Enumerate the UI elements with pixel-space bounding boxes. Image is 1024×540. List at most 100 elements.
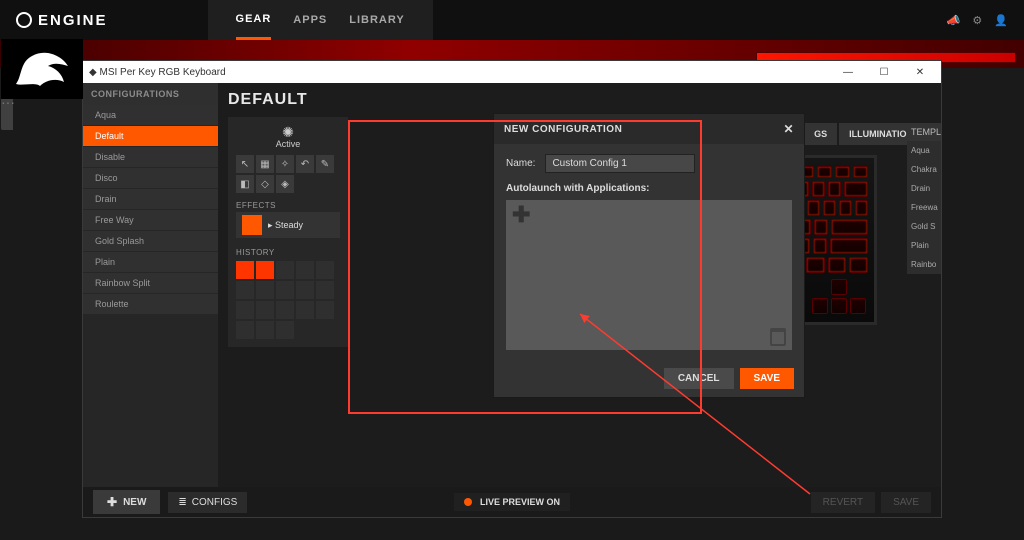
new-config-button[interactable]: ✚ NEW <box>93 490 160 514</box>
live-dot-icon <box>464 498 472 506</box>
history-grid <box>236 261 340 339</box>
active-star-icon: ✺ <box>236 125 340 139</box>
side-expand-handle[interactable]: ··· <box>1 96 13 130</box>
history-swatch[interactable] <box>316 301 334 319</box>
workspace-title: DEFAULT <box>228 91 931 109</box>
tool-erase-icon[interactable]: ◇ <box>256 175 274 193</box>
tool-bucket-icon[interactable]: ◧ <box>236 175 254 193</box>
account-icon[interactable]: 👤 <box>994 14 1008 27</box>
active-label: Active <box>236 139 340 149</box>
tool-sample-icon[interactable]: ◈ <box>276 175 294 193</box>
window-title: MSI Per Key RGB Keyboard <box>99 67 225 78</box>
window-close-button[interactable]: ✕ <box>905 67 935 78</box>
top-right-icons: 📣 ⚙ 👤 <box>947 14 1008 27</box>
settings-icon[interactable]: ⚙ <box>972 14 982 27</box>
template-item[interactable]: Freewa <box>907 198 941 217</box>
window-maximize-button[interactable]: ☐ <box>869 67 899 78</box>
template-item[interactable]: Gold S <box>907 217 941 236</box>
tab-gear[interactable]: GEAR <box>236 1 272 40</box>
history-swatch[interactable] <box>276 261 294 279</box>
configs-button[interactable]: ≣CONFIGS <box>168 492 247 513</box>
save-bottom-button[interactable]: SAVE <box>881 492 931 513</box>
template-item[interactable]: Plain <box>907 236 941 255</box>
window-bottom-bar: ✚ NEW ≣CONFIGS LIVE PREVIEW ON REVERT SAV… <box>83 487 941 517</box>
history-swatch[interactable] <box>316 261 334 279</box>
effect-color-swatch[interactable] <box>242 215 262 235</box>
config-item-disable[interactable]: Disable <box>83 147 218 168</box>
window-minimize-button[interactable]: — <box>833 67 863 78</box>
msi-dragon-badge <box>1 39 83 99</box>
config-item-drain[interactable]: Drain <box>83 189 218 210</box>
template-item[interactable]: Rainbo <box>907 255 941 274</box>
history-swatch[interactable] <box>236 301 254 319</box>
brand-logo: ENGINE <box>16 12 108 29</box>
tab-apps[interactable]: APPS <box>293 2 327 38</box>
config-item-default[interactable]: Default <box>83 126 218 147</box>
history-swatch[interactable] <box>296 281 314 299</box>
workspace-tabs: GS ILLUMINATION <box>804 123 923 145</box>
history-swatch[interactable] <box>296 261 314 279</box>
config-item-plain[interactable]: Plain <box>83 252 218 273</box>
tool-pointer-icon[interactable]: ↖ <box>236 155 254 173</box>
main-nav-tabs: GEAR APPS LIBRARY <box>208 0 433 40</box>
config-item-roulette[interactable]: Roulette <box>83 294 218 315</box>
configurations-header: CONFIGURATIONS <box>83 83 218 105</box>
templates-heading: TEMPLAT <box>907 123 941 141</box>
history-swatch[interactable] <box>256 301 274 319</box>
config-item-goldsplash[interactable]: Gold Splash <box>83 231 218 252</box>
new-configuration-modal: NEW CONFIGURATION ✕ Name: Autolaunch wit… <box>493 113 805 398</box>
modal-name-label: Name: <box>506 158 535 169</box>
tool-palette: ↖ ▦ ✧ ↶ ✎ ◧ ◇ ◈ <box>236 155 340 193</box>
history-swatch[interactable] <box>296 301 314 319</box>
brand-ring-icon <box>16 12 32 28</box>
history-swatch[interactable] <box>256 281 274 299</box>
template-item[interactable]: Aqua <box>907 141 941 160</box>
tool-brush-icon[interactable]: ✎ <box>316 155 334 173</box>
history-swatch[interactable] <box>316 281 334 299</box>
tool-undo-icon[interactable]: ↶ <box>296 155 314 173</box>
workspace: DEFAULT ✺ Active ↖ ▦ ✧ ↶ <box>218 83 941 487</box>
history-swatch[interactable] <box>276 301 294 319</box>
configuration-name-input[interactable] <box>545 154 695 173</box>
new-button-label: NEW <box>123 497 146 508</box>
history-swatch[interactable] <box>236 321 254 339</box>
save-button[interactable]: SAVE <box>740 368 795 389</box>
tool-marquee-icon[interactable]: ▦ <box>256 155 274 173</box>
config-item-rainbowsplit[interactable]: Rainbow Split <box>83 273 218 294</box>
history-swatch[interactable] <box>256 321 274 339</box>
plus-icon: ✚ <box>107 495 117 509</box>
tool-wand-icon[interactable]: ✧ <box>276 155 294 173</box>
announcement-icon[interactable]: 📣 <box>947 14 961 27</box>
tab-partial[interactable]: GS <box>804 123 837 145</box>
history-swatch[interactable] <box>276 321 294 339</box>
config-item-freeway[interactable]: Free Way <box>83 210 218 231</box>
history-swatch[interactable] <box>236 281 254 299</box>
history-swatch[interactable] <box>256 261 274 279</box>
brand-label: ENGINE <box>38 12 108 29</box>
add-application-button[interactable]: ✚ <box>512 204 534 226</box>
history-heading: HISTORY <box>236 248 340 257</box>
config-item-aqua[interactable]: Aqua <box>83 105 218 126</box>
modal-close-button[interactable]: ✕ <box>783 122 794 136</box>
live-preview-toggle[interactable]: LIVE PREVIEW ON <box>454 493 570 511</box>
tools-panel: ✺ Active ↖ ▦ ✧ ↶ ✎ ◧ ◇ ◈ <box>228 117 348 347</box>
template-item[interactable]: Drain <box>907 179 941 198</box>
device-window: ◆ MSI Per Key RGB Keyboard — ☐ ✕ CONFIGU… <box>82 60 942 518</box>
effects-heading: EFFECTS <box>236 201 340 210</box>
config-item-disco[interactable]: Disco <box>83 168 218 189</box>
app-top-bar: ENGINE GEAR APPS LIBRARY 📣 ⚙ 👤 <box>0 0 1024 40</box>
history-swatch[interactable] <box>276 281 294 299</box>
active-indicator: ✺ Active <box>236 125 340 149</box>
autolaunch-label: Autolaunch with Applications: <box>506 183 792 194</box>
window-app-icon: ◆ <box>89 67 97 78</box>
revert-button[interactable]: REVERT <box>811 492 875 513</box>
modal-title: NEW CONFIGURATION <box>504 124 622 135</box>
live-preview-label: LIVE PREVIEW ON <box>480 497 560 507</box>
effects-row[interactable]: ▸ Steady <box>236 212 340 238</box>
configurations-sidebar: CONFIGURATIONS Aqua Default Disable Disc… <box>83 83 218 487</box>
history-swatch[interactable] <box>236 261 254 279</box>
cancel-button[interactable]: CANCEL <box>664 368 734 389</box>
remove-application-icon[interactable] <box>770 328 786 346</box>
tab-library[interactable]: LIBRARY <box>349 2 404 38</box>
template-item[interactable]: Chakra <box>907 160 941 179</box>
